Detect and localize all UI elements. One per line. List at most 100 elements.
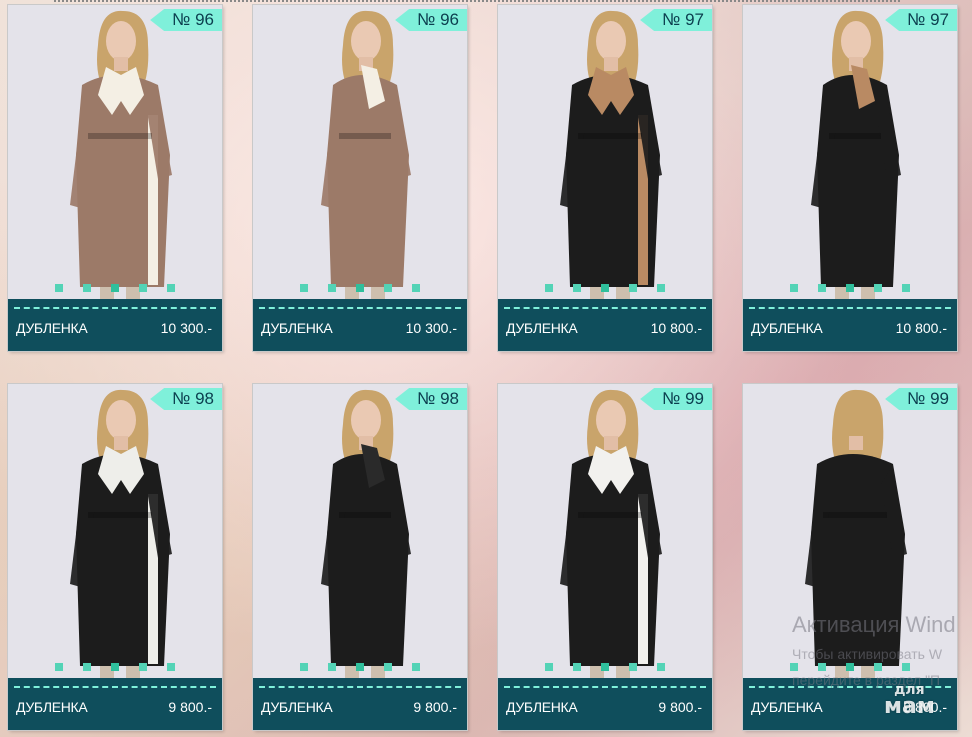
- carousel-dot[interactable]: [573, 663, 581, 671]
- product-info-bar: ДУБЛЕНКА 10 300.-: [253, 299, 467, 351]
- carousel-dot[interactable]: [657, 284, 665, 292]
- model-number-badge: № 99: [885, 388, 957, 410]
- product-card[interactable]: № 97 ДУБЛЕНКА 10 800.-: [498, 5, 712, 351]
- carousel-dots: [498, 284, 712, 292]
- carousel-dot[interactable]: [328, 663, 336, 671]
- carousel-dot[interactable]: [384, 284, 392, 292]
- carousel-dot[interactable]: [300, 663, 308, 671]
- carousel-dot[interactable]: [545, 663, 553, 671]
- product-card[interactable]: № 98 ДУБЛЕНКА 9 800.-: [8, 384, 222, 730]
- carousel-dot[interactable]: [111, 663, 119, 671]
- carousel-dots: [743, 284, 957, 292]
- carousel-dot[interactable]: [83, 663, 91, 671]
- product-price: 9 800.-: [413, 699, 457, 715]
- carousel-dot[interactable]: [601, 284, 609, 292]
- carousel-dot[interactable]: [412, 284, 420, 292]
- product-price: 10 800.-: [650, 320, 702, 336]
- carousel-dots: [8, 663, 222, 671]
- product-info-bar: ДУБЛЕНКА 9 800.-: [253, 678, 467, 730]
- product-price: 10 800.-: [895, 320, 947, 336]
- carousel-dot[interactable]: [629, 284, 637, 292]
- carousel-dot[interactable]: [790, 284, 798, 292]
- carousel-dot[interactable]: [874, 284, 882, 292]
- carousel-dot[interactable]: [300, 284, 308, 292]
- carousel-dot[interactable]: [356, 663, 364, 671]
- site-logo: для мам: [884, 683, 935, 719]
- product-price: 10 300.-: [160, 320, 212, 336]
- product-card[interactable]: № 96 ДУБЛЕНКА 10 300.-: [253, 5, 467, 351]
- product-photo[interactable]: № 97: [743, 5, 957, 299]
- model-figure: [321, 10, 411, 299]
- carousel-dot[interactable]: [818, 663, 826, 671]
- carousel-dot[interactable]: [629, 663, 637, 671]
- carousel-dot[interactable]: [55, 284, 63, 292]
- model-figure: [811, 10, 901, 299]
- product-name: ДУБЛЕНКА: [261, 320, 333, 336]
- carousel-dot[interactable]: [902, 284, 910, 292]
- carousel-dot[interactable]: [412, 663, 420, 671]
- carousel-dot[interactable]: [139, 663, 147, 671]
- model-number-badge: № 98: [395, 388, 467, 410]
- model-number-badge: № 97: [640, 9, 712, 31]
- product-price: 9 800.-: [168, 699, 212, 715]
- model-number-badge: № 96: [150, 9, 222, 31]
- product-name: ДУБЛЕНКА: [16, 320, 88, 336]
- product-name: ДУБЛЕНКА: [506, 320, 578, 336]
- carousel-dots: [743, 663, 957, 671]
- carousel-dots: [8, 284, 222, 292]
- product-photo[interactable]: № 96: [8, 5, 222, 299]
- carousel-dot[interactable]: [657, 663, 665, 671]
- product-photo[interactable]: № 98: [253, 384, 467, 678]
- carousel-dot[interactable]: [790, 663, 798, 671]
- carousel-dot[interactable]: [356, 284, 364, 292]
- product-name: ДУБЛЕНКА: [506, 699, 578, 715]
- product-info-bar: ДУБЛЕНКА 10 800.-: [743, 299, 957, 351]
- carousel-dot[interactable]: [83, 284, 91, 292]
- product-photo[interactable]: № 97: [498, 5, 712, 299]
- product-card[interactable]: № 96 ДУБЛЕНКА 10 300.-: [8, 5, 222, 351]
- product-photo[interactable]: № 98: [8, 384, 222, 678]
- carousel-dot[interactable]: [573, 284, 581, 292]
- product-photo[interactable]: № 99: [498, 384, 712, 678]
- product-name: ДУБЛЕНКА: [751, 699, 823, 715]
- product-name: ДУБЛЕНКА: [261, 699, 333, 715]
- product-price: 10 300.-: [405, 320, 457, 336]
- carousel-dot[interactable]: [167, 663, 175, 671]
- windows-activation-line: Чтобы активировать W: [792, 646, 943, 662]
- product-card[interactable]: № 98 ДУБЛЕНКА 9 800.-: [253, 384, 467, 730]
- carousel-dot[interactable]: [874, 663, 882, 671]
- model-figure: [321, 389, 411, 678]
- carousel-dot[interactable]: [846, 663, 854, 671]
- model-figure: [70, 389, 172, 678]
- carousel-dot[interactable]: [328, 284, 336, 292]
- model-figure: [70, 10, 172, 299]
- carousel-dot[interactable]: [545, 284, 553, 292]
- product-info-bar: ДУБЛЕНКА 10 800.-: [498, 299, 712, 351]
- carousel-dot[interactable]: [139, 284, 147, 292]
- carousel-dot[interactable]: [601, 663, 609, 671]
- model-figure: [560, 389, 662, 678]
- carousel-dots: [253, 663, 467, 671]
- product-info-bar: ДУБЛЕНКА 10 300.-: [8, 299, 222, 351]
- carousel-dot[interactable]: [902, 663, 910, 671]
- logo-bottom: мам: [884, 693, 935, 719]
- product-info-bar: ДУБЛЕНКА 9 800.-: [8, 678, 222, 730]
- product-price: 9 800.-: [658, 699, 702, 715]
- carousel-dot[interactable]: [384, 663, 392, 671]
- carousel-dot[interactable]: [167, 284, 175, 292]
- carousel-dot[interactable]: [818, 284, 826, 292]
- product-name: ДУБЛЕНКА: [16, 699, 88, 715]
- carousel-dot[interactable]: [111, 284, 119, 292]
- product-card[interactable]: № 99 ДУБЛЕНКА 9 800.-: [498, 384, 712, 730]
- carousel-dot[interactable]: [55, 663, 63, 671]
- model-number-badge: № 98: [150, 388, 222, 410]
- model-number-badge: № 97: [885, 9, 957, 31]
- carousel-dot[interactable]: [846, 284, 854, 292]
- model-number-badge: № 99: [640, 388, 712, 410]
- product-card[interactable]: № 97 ДУБЛЕНКА 10 800.-: [743, 5, 957, 351]
- product-photo[interactable]: № 96: [253, 5, 467, 299]
- product-name: ДУБЛЕНКА: [751, 320, 823, 336]
- carousel-dots: [498, 663, 712, 671]
- model-figure: [560, 10, 662, 299]
- product-info-bar: ДУБЛЕНКА 9 800.-: [498, 678, 712, 730]
